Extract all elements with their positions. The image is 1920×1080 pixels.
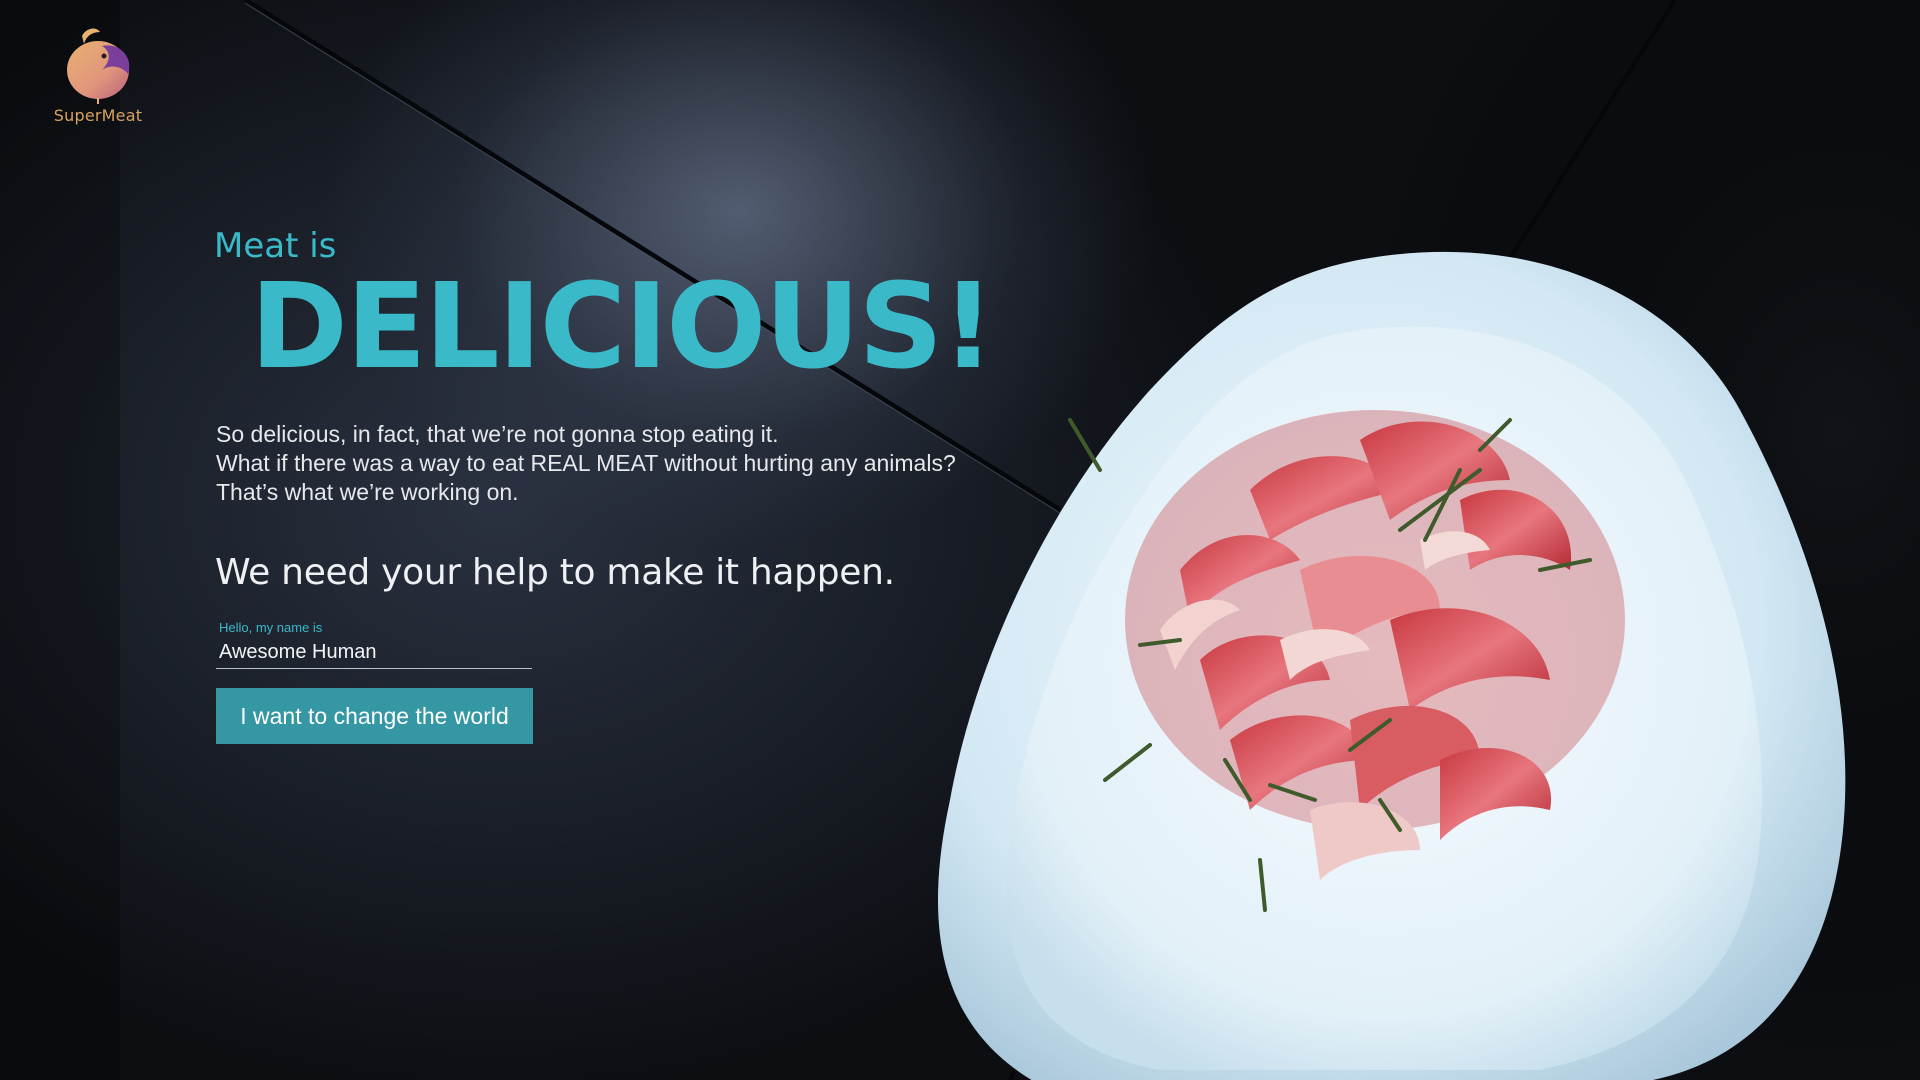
change-the-world-button[interactable]: I want to change the world <box>216 688 533 744</box>
hero-headline: DELICIOUS! <box>250 257 995 395</box>
cta-heading: We need your help to make it happen. <box>215 552 895 593</box>
description-line: So delicious, in fact, that we’re not go… <box>216 421 779 447</box>
name-field-label: Hello, my name is <box>219 620 323 635</box>
brand-logo[interactable]: SuperMeat <box>50 26 146 125</box>
hero-description: So delicious, in fact, that we’re not go… <box>216 420 976 507</box>
name-field: Hello, my name is <box>216 620 532 669</box>
description-line: What if there was a way to eat REAL MEAT… <box>216 450 956 476</box>
chick-logo-icon <box>67 28 130 104</box>
description-line: That’s what we’re working on. <box>216 479 519 505</box>
bacon-plate-image <box>938 251 1846 1080</box>
name-input[interactable] <box>216 638 532 666</box>
brand-name: SuperMeat <box>53 106 143 125</box>
landing-page: SuperMeat Meat is DELICIOUS! So deliciou… <box>0 0 1920 1080</box>
